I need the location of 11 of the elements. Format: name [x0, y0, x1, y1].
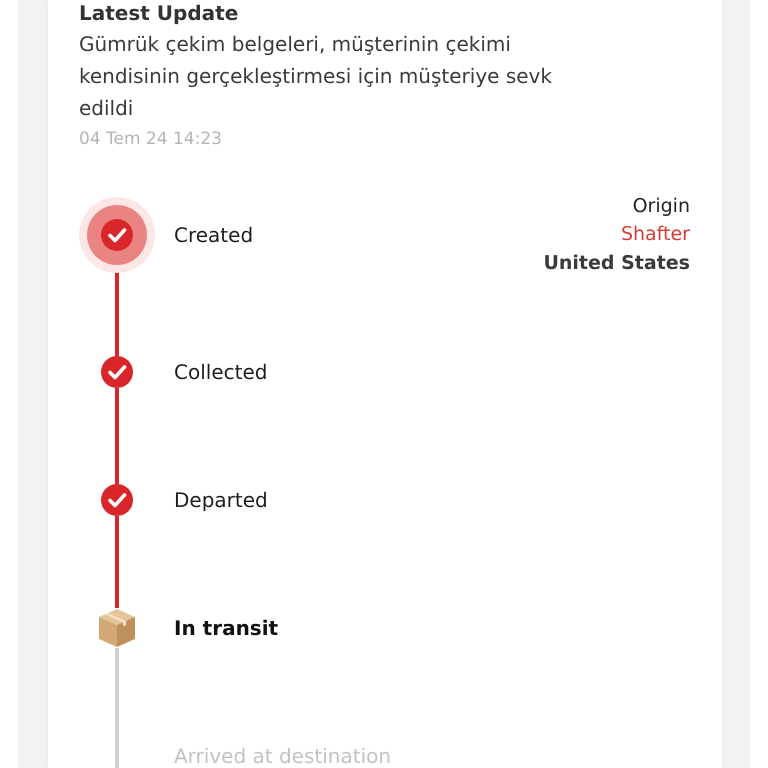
location-caption: Origin	[632, 194, 690, 219]
section-title: Latest Update	[79, 0, 238, 26]
step-label: Collected	[174, 360, 268, 384]
update-timestamp: 04 Tem 24 14:23	[79, 128, 222, 151]
update-message: Gümrük çekim belgeleri, müşterinin çekimi kendisinin gerçekleştirmesi için müşteriye sevk edildi	[79, 31, 553, 122]
step-label: Arrived at destination	[174, 744, 392, 768]
step-label: Departed	[174, 488, 268, 512]
step-label: In transit	[174, 616, 278, 640]
location-country: United States	[543, 250, 690, 276]
location-city: Shafter	[620, 222, 690, 248]
step-label: Created	[174, 222, 254, 246]
